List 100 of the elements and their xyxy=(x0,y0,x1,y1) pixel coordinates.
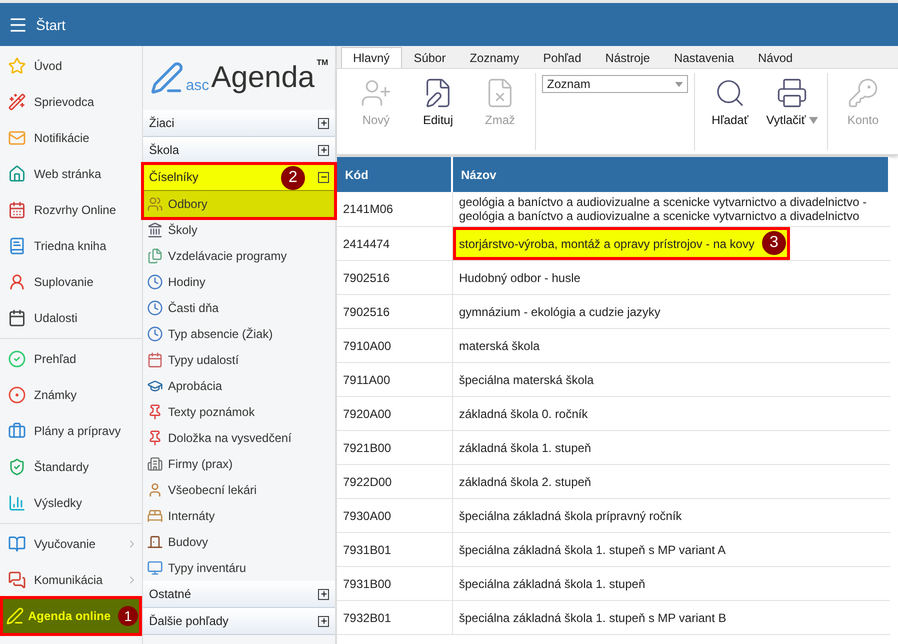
list-item[interactable]: Časti dňa xyxy=(143,295,335,321)
sidebar-item[interactable]: Web stránka xyxy=(0,156,142,192)
sidebar-item[interactable]: Plány a prípravy xyxy=(0,413,142,449)
table-cell: 7910A00 xyxy=(337,329,453,362)
table-cell-text: základná škola 0. ročník xyxy=(458,406,589,422)
table-cell-text: geológia a baníctvo a audiovizualne a scenicke vytvarnictvo a divadelnictvo - geológia a baníctvo a audiovizualne a scenicke vytvarnictvo a divadelnictvo xyxy=(458,194,868,225)
section-header[interactable]: Ostatné xyxy=(143,581,335,608)
sidebar-item[interactable]: Suplovanie xyxy=(0,264,142,300)
sidebar-item[interactable]: Notifikácie xyxy=(0,120,142,156)
ribbon-tab[interactable]: Nástroje xyxy=(593,47,662,68)
building-icon xyxy=(147,456,163,472)
list-item[interactable]: Internáty xyxy=(143,503,335,529)
printer-icon xyxy=(776,77,808,109)
list-item[interactable]: Firmy (prax) xyxy=(143,451,335,477)
table-cell: 7932B01 xyxy=(337,601,453,634)
table-cell-text: špeciálna základná škola 1. stupeň xyxy=(458,576,646,592)
table-cell: 7931B01 xyxy=(337,533,453,566)
list-item[interactable]: Odbory xyxy=(143,191,335,217)
list-item[interactable]: Hodiny xyxy=(143,269,335,295)
list-item[interactable]: Texty poznámok xyxy=(143,399,335,425)
toolbar-button[interactable]: Vytlačiť xyxy=(763,73,821,131)
documents-icon xyxy=(147,248,163,264)
list-item[interactable]: Typy udalostí xyxy=(143,347,335,373)
expand-icon[interactable] xyxy=(318,588,329,600)
sidebar-item[interactable]: Agenda online 1 xyxy=(2,598,140,634)
notebook-icon xyxy=(8,237,26,255)
list-item[interactable]: Budovy xyxy=(143,529,335,555)
table-cell-text: gymnázium - ekológia a cudzie jazyky xyxy=(458,304,662,320)
pen-icon xyxy=(150,61,184,95)
table-cell-text: špeciálna základná škola 1. stupeň s MP variant A xyxy=(458,542,727,558)
caret-icon xyxy=(808,116,818,124)
chat-bubbles-icon xyxy=(8,571,26,589)
table-cell: 7902516 xyxy=(337,295,453,328)
graduation-cap-icon xyxy=(147,378,163,394)
sidebar-item[interactable]: Výsledky xyxy=(0,485,142,521)
list-item[interactable]: Školy xyxy=(143,217,335,243)
expand-icon[interactable] xyxy=(318,118,329,128)
calendar-icon xyxy=(8,309,26,327)
expand-icon[interactable] xyxy=(318,616,329,626)
list-item[interactable]: Typ absencie (Žiak) xyxy=(143,321,335,347)
list-item[interactable]: Typy inventáru xyxy=(143,555,335,581)
ribbon-tab[interactable]: Návod xyxy=(746,47,805,68)
list-item[interactable]: Vzdelávacie programy xyxy=(143,243,335,269)
table-cell-text: špeciálna základná škola prípravný ročník xyxy=(458,508,683,524)
sidebar-item[interactable]: Komunikácia xyxy=(0,562,142,598)
sidebar-item[interactable]: Triedna kniha xyxy=(0,228,142,264)
list-item[interactable]: Doložka na vysvedčení xyxy=(143,425,335,451)
section-header[interactable]: Škola xyxy=(143,137,335,164)
ribbon-tab[interactable]: Súbor xyxy=(402,47,458,68)
view-select[interactable]: Zoznam xyxy=(542,75,688,93)
ribbon-tab[interactable]: Nastavenia xyxy=(662,47,746,68)
sidebar-item[interactable]: Vyučovanie xyxy=(0,526,142,562)
key-icon xyxy=(847,77,879,109)
sidebar-item[interactable]: Sprievodca xyxy=(0,84,142,120)
table-cell-text: Hudobný odbor - husle xyxy=(458,270,582,286)
pin-icon xyxy=(147,430,163,446)
toolbar-button[interactable]: Edituj xyxy=(409,73,467,131)
table-cell-text: špeciálna materská škola xyxy=(458,372,595,388)
table-cell: 7921B00 xyxy=(337,431,453,464)
bunk-bed-icon xyxy=(147,508,163,524)
check-circle-icon xyxy=(8,350,26,368)
collapse-icon[interactable] xyxy=(318,172,329,182)
column-header[interactable]: Názov xyxy=(453,157,890,192)
table-cell: storjárstvo-výroba, montáž a opravy prístrojov - na kovy 3 xyxy=(453,227,790,260)
sidebar-item[interactable]: Známky xyxy=(0,377,142,413)
computer-icon xyxy=(147,560,163,576)
star-icon xyxy=(8,57,26,75)
clock-icon xyxy=(147,300,163,316)
magic-wand-icon xyxy=(8,93,26,111)
envelope-icon xyxy=(8,129,26,147)
section-header[interactable]: Ďalšie pohľady xyxy=(143,608,335,635)
section-header[interactable]: Žiaci xyxy=(143,110,335,137)
expand-icon[interactable] xyxy=(318,144,329,156)
table-cell: 7920A00 xyxy=(337,397,453,430)
step-number: 3 xyxy=(762,231,786,255)
list-item[interactable]: Aprobácia xyxy=(143,373,335,399)
toolbar-button[interactable]: Hľadať xyxy=(701,73,759,131)
pin-icon xyxy=(147,404,163,420)
clock-icon xyxy=(147,326,163,342)
column-header[interactable]: Kód xyxy=(337,157,453,192)
table-cell: 2141M06 xyxy=(337,192,453,226)
table-cell: 7922D00 xyxy=(337,465,453,498)
bar-chart-icon xyxy=(8,494,26,512)
ribbon-tab[interactable]: Hlavný xyxy=(341,47,402,68)
sidebar-item[interactable]: Štandardy xyxy=(0,449,142,485)
sidebar-item[interactable]: Rozvrhy Online xyxy=(0,192,142,228)
door-icon xyxy=(147,534,163,550)
open-book-icon xyxy=(8,535,26,553)
list-item[interactable]: Všeobecní lekári xyxy=(143,477,335,503)
table-cell-text: základná škola 1. stupeň xyxy=(458,440,592,456)
table-cell-text: materská škola xyxy=(458,338,541,354)
ribbon-tab[interactable]: Pohľad xyxy=(531,47,594,68)
table-cell-text: základná škola 2. stupeň xyxy=(458,474,592,490)
sidebar-item[interactable]: Prehľad xyxy=(0,341,142,377)
shield-icon xyxy=(8,458,26,476)
section-header[interactable]: Číselníky 2 xyxy=(143,164,335,191)
sidebar-item[interactable]: Udalosti xyxy=(0,300,142,336)
sidebar-item[interactable]: Úvod xyxy=(0,48,142,84)
building-columns-icon xyxy=(147,222,163,238)
ribbon-tab[interactable]: Zoznamy xyxy=(458,47,532,68)
